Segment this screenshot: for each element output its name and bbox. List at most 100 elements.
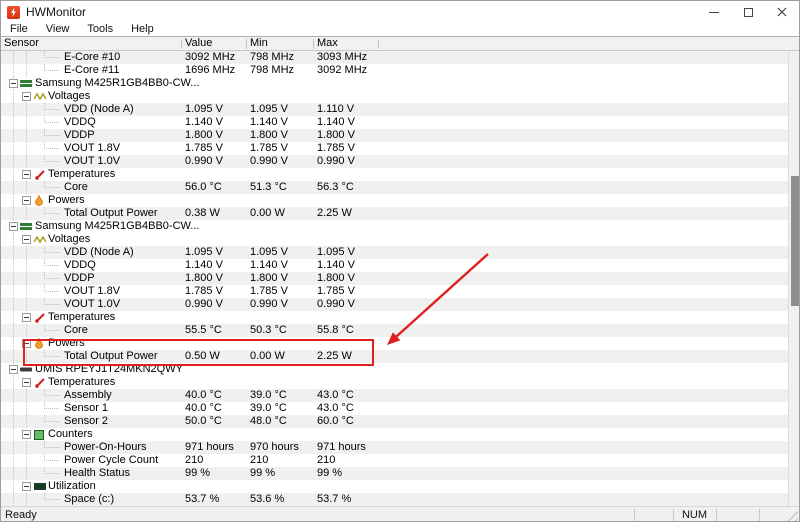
tree-connector [26, 298, 27, 311]
maximize-button[interactable] [731, 1, 765, 23]
value-cell: 99 % [185, 467, 210, 480]
expand-box[interactable] [22, 170, 31, 179]
tree-connector [44, 499, 59, 500]
expand-box[interactable] [22, 196, 31, 205]
tree-row[interactable]: Voltages [1, 90, 788, 103]
tree-row[interactable]: VDDQ1.140 V1.140 V1.140 V [1, 259, 788, 272]
tree-row[interactable]: VDD (Node A)1.095 V1.095 V1.095 V [1, 246, 788, 259]
value-cell: 210 [185, 454, 203, 467]
tree-row[interactable]: E-Core #111696 MHz798 MHz3092 MHz [1, 64, 788, 77]
column-header-min[interactable]: Min [250, 37, 268, 50]
tree-row[interactable]: Assembly40.0 °C39.0 °C43.0 °C [1, 389, 788, 402]
sensor-label: Assembly [64, 389, 112, 402]
tree-row[interactable]: Space (c:)53.7 %53.6 %53.7 % [1, 493, 788, 506]
menu-tools[interactable]: Tools [78, 23, 122, 36]
tree-row[interactable]: Counters [1, 428, 788, 441]
expand-box[interactable] [9, 79, 18, 88]
tree-row[interactable]: Temperatures [1, 311, 788, 324]
tree-connector [26, 493, 27, 506]
min-cell: 1.800 V [250, 129, 288, 142]
tree-row[interactable]: UMIS RPEYJ1T24MKN2QWY [1, 363, 788, 376]
tree-row[interactable]: Powers [1, 337, 788, 350]
tree-row[interactable]: Samsung M425R1GB4BB0-CW... [1, 77, 788, 90]
power-icon [34, 338, 48, 349]
tree-row[interactable]: Utilization [1, 480, 788, 493]
expand-box[interactable] [22, 339, 31, 348]
column-header-value[interactable]: Value [185, 37, 212, 50]
counter-icon [34, 429, 48, 440]
expand-box[interactable] [9, 365, 18, 374]
tree-row[interactable]: Health Status99 %99 %99 % [1, 467, 788, 480]
menu-file[interactable]: File [1, 23, 37, 36]
tree-connector [13, 90, 14, 103]
tree-row[interactable]: Sensor 250.0 °C48.0 °C60.0 °C [1, 415, 788, 428]
tree-connector [13, 116, 14, 129]
tree-row[interactable]: Temperatures [1, 376, 788, 389]
expand-box[interactable] [22, 313, 31, 322]
tree-connector [26, 116, 27, 129]
resize-grip[interactable] [785, 509, 798, 522]
tree-connector [13, 51, 14, 64]
tree-connector [26, 181, 27, 194]
sensor-label: E-Core #10 [64, 51, 120, 64]
vertical-scrollbar[interactable] [788, 51, 800, 506]
expand-box[interactable] [22, 482, 31, 491]
tree-row[interactable]: VOUT 1.8V1.785 V1.785 V1.785 V [1, 142, 788, 155]
menu-view[interactable]: View [37, 23, 79, 36]
expand-box[interactable] [22, 235, 31, 244]
scrollbar-thumb[interactable] [791, 176, 799, 306]
sensor-label: Temperatures [48, 311, 115, 324]
tree-row[interactable]: VOUT 1.0V0.990 V0.990 V0.990 V [1, 155, 788, 168]
min-cell: 0.00 W [250, 207, 285, 220]
tree-row[interactable]: Power Cycle Count210210210 [1, 454, 788, 467]
column-separator[interactable] [246, 39, 247, 49]
tree-row[interactable]: Voltages [1, 233, 788, 246]
tree-row[interactable]: VDDP1.800 V1.800 V1.800 V [1, 129, 788, 142]
sensor-label: VOUT 1.8V [64, 142, 120, 155]
tree-row[interactable]: Powers [1, 194, 788, 207]
expand-box[interactable] [9, 222, 18, 231]
min-cell: 1.800 V [250, 272, 288, 285]
tree-row[interactable]: Core55.5 °C50.3 °C55.8 °C [1, 324, 788, 337]
tree-connector [13, 376, 14, 389]
tree-row[interactable]: Core56.0 °C51.3 °C56.3 °C [1, 181, 788, 194]
tree-connector [13, 337, 14, 350]
max-cell: 3092 MHz [317, 64, 367, 77]
tree-row[interactable]: Total Output Power0.38 W0.00 W2.25 W [1, 207, 788, 220]
value-cell: 1.785 V [185, 285, 223, 298]
tree-row[interactable]: Samsung M425R1GB4BB0-CW... [1, 220, 788, 233]
tree-row[interactable]: VDDP1.800 V1.800 V1.800 V [1, 272, 788, 285]
tree-row[interactable]: VDD (Node A)1.095 V1.095 V1.110 V [1, 103, 788, 116]
tree-row[interactable]: VDDQ1.140 V1.140 V1.140 V [1, 116, 788, 129]
tree-row[interactable]: VOUT 1.8V1.785 V1.785 V1.785 V [1, 285, 788, 298]
close-button[interactable] [765, 1, 799, 23]
tree-row[interactable]: E-Core #103092 MHz798 MHz3093 MHz [1, 51, 788, 64]
column-separator[interactable] [313, 39, 314, 49]
sensor-label: VDDP [64, 272, 95, 285]
sensor-label: VDDQ [64, 116, 96, 129]
tree-row[interactable]: VOUT 1.0V0.990 V0.990 V0.990 V [1, 298, 788, 311]
expand-box[interactable] [22, 378, 31, 387]
tree-row[interactable]: Total Output Power0.50 W0.00 W2.25 W [1, 350, 788, 363]
lightning-icon [8, 7, 19, 18]
column-header-max[interactable]: Max [317, 37, 338, 50]
menu-help[interactable]: Help [122, 23, 163, 36]
column-separator[interactable] [181, 39, 182, 49]
expand-box[interactable] [22, 430, 31, 439]
tree-row[interactable]: Power-On-Hours971 hours970 hours971 hour… [1, 441, 788, 454]
tree-connector [26, 129, 27, 142]
minimize-button[interactable] [697, 1, 731, 23]
tree-connector [13, 454, 14, 467]
tree-row[interactable]: Temperatures [1, 168, 788, 181]
voltage-icon [34, 234, 48, 245]
sensor-label: Sensor 1 [64, 402, 108, 415]
sensor-label: Powers [48, 337, 85, 350]
tree-row[interactable]: Sensor 140.0 °C39.0 °C43.0 °C [1, 402, 788, 415]
tree-connector [26, 402, 27, 415]
column-header-sensor[interactable]: Sensor [4, 37, 39, 50]
column-separator[interactable] [378, 39, 379, 49]
expand-box[interactable] [22, 92, 31, 101]
tree-connector [44, 135, 59, 136]
min-cell: 1.140 V [250, 259, 288, 272]
tree-connector [26, 64, 27, 77]
